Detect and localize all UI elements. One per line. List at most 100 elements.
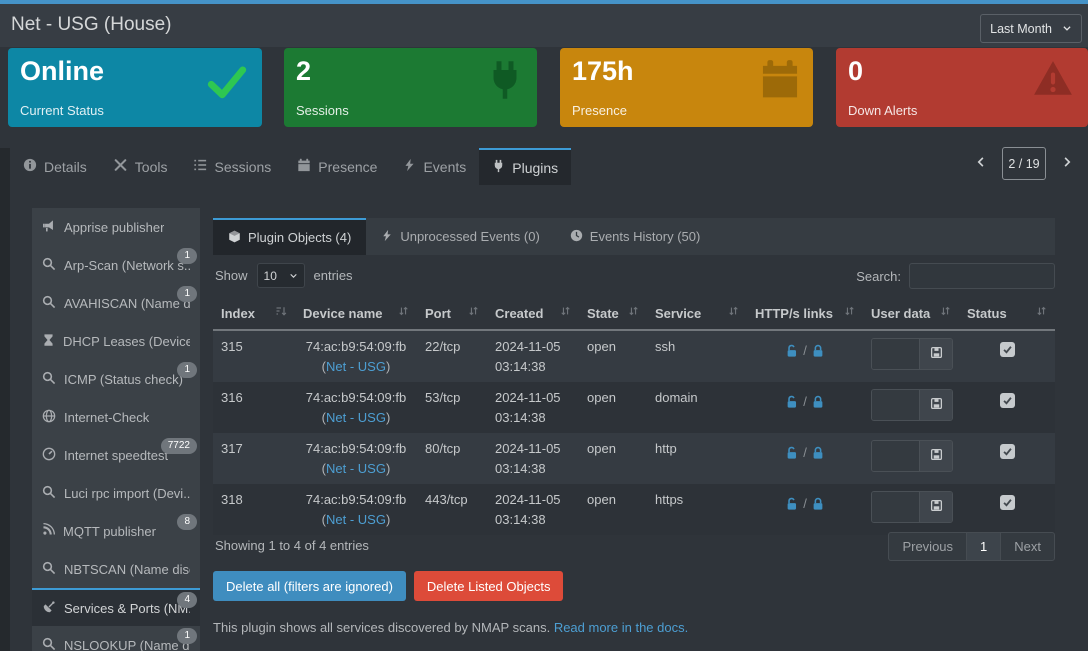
device-link[interactable]: Net - USG: [326, 512, 386, 527]
pagination-next-button[interactable]: Next: [1001, 533, 1054, 560]
device-link[interactable]: Net - USG: [326, 461, 386, 476]
column-header-user-data[interactable]: User data: [863, 299, 959, 330]
slash: /: [803, 494, 807, 514]
pagination-previous-button[interactable]: Previous: [889, 533, 966, 560]
megaphone-icon: [42, 219, 56, 236]
tab-sessions-label: Sessions: [214, 159, 271, 175]
page-size-value: 10: [264, 269, 277, 283]
lock-open-icon[interactable]: [785, 497, 799, 511]
lock-icon[interactable]: [811, 395, 825, 409]
lock-icon[interactable]: [811, 344, 825, 358]
lock-open-icon[interactable]: [785, 446, 799, 460]
column-header-http-links[interactable]: HTTP/s links: [747, 299, 863, 330]
save-button[interactable]: [920, 441, 952, 471]
sidebar-item-internet-speedtest[interactable]: Internet speedtest 7722: [32, 436, 200, 474]
search-input[interactable]: [909, 263, 1055, 289]
pagination-page-1-button[interactable]: 1: [966, 533, 1001, 560]
cell-created: 2024-11-0503:14:38: [487, 382, 579, 433]
sort-icon: [940, 305, 951, 321]
calendar-icon: [297, 158, 311, 175]
pager-previous-button[interactable]: [968, 150, 994, 178]
column-header-state[interactable]: State: [579, 299, 647, 330]
save-button[interactable]: [920, 390, 952, 420]
page-left-margin: [0, 148, 10, 651]
pager-position[interactable]: 2 / 19: [1002, 147, 1046, 180]
tab-details[interactable]: Details: [10, 148, 100, 185]
sidebar-item-icmp[interactable]: ICMP (Status check) 1: [32, 360, 200, 398]
pager-next-button[interactable]: [1054, 150, 1080, 178]
cell-state: open: [579, 330, 647, 382]
sidebar-item-label: NSLOOKUP (Name di...: [64, 638, 190, 651]
tab-presence[interactable]: Presence: [284, 148, 390, 185]
sidebar-item-apprise-publisher[interactable]: Apprise publisher: [32, 208, 200, 246]
column-header-port[interactable]: Port: [417, 299, 487, 330]
sidebar-item-internet-check[interactable]: Internet-Check: [32, 398, 200, 436]
count-badge: 1: [177, 362, 197, 378]
tab-unprocessed-events[interactable]: Unprocessed Events (0): [366, 218, 554, 255]
sort-icon: [844, 305, 855, 321]
chevron-down-icon: [289, 269, 298, 283]
sidebar-item-nslookup[interactable]: NSLOOKUP (Name di... 1: [32, 626, 200, 651]
delete-listed-button[interactable]: Delete Listed Objects: [414, 571, 564, 601]
sidebar-item-nbtscan[interactable]: NBTSCAN (Name disc...: [32, 550, 200, 588]
save-button[interactable]: [920, 339, 952, 369]
plug-icon: [485, 58, 525, 105]
floppy-icon: [930, 346, 943, 362]
lock-icon[interactable]: [811, 446, 825, 460]
bolt-icon: [403, 158, 416, 175]
status-checkbox[interactable]: [1000, 393, 1015, 408]
lock-open-icon[interactable]: [785, 344, 799, 358]
column-label: HTTP/s links: [755, 306, 833, 321]
tab-plugin-objects[interactable]: Plugin Objects (4): [213, 218, 366, 255]
count-badge: 8: [177, 514, 197, 530]
tab-tools[interactable]: Tools: [100, 148, 181, 185]
satellite-dish-icon: [42, 600, 56, 617]
chevron-left-icon: [975, 155, 987, 172]
sidebar-item-label: MQTT publisher: [63, 524, 156, 539]
slash: /: [803, 392, 807, 412]
status-checkbox[interactable]: [1000, 342, 1015, 357]
tab-plugins[interactable]: Plugins: [479, 148, 571, 185]
delete-all-button[interactable]: Delete all (filters are ignored): [213, 571, 406, 601]
column-label: Service: [655, 306, 701, 321]
column-header-device-name[interactable]: Device name: [295, 299, 417, 330]
sidebar-item-dhcp-leases[interactable]: DHCP Leases (Device ...: [32, 322, 200, 360]
chevron-down-icon: [1062, 22, 1072, 36]
user-data-input[interactable]: [872, 492, 920, 522]
cell-index: 316: [213, 382, 295, 433]
column-label: Created: [495, 306, 543, 321]
created-date: 2024-11-05: [495, 388, 571, 408]
floppy-icon: [930, 448, 943, 464]
user-data-input[interactable]: [872, 390, 920, 420]
lock-open-icon[interactable]: [785, 395, 799, 409]
sidebar-item-services-and-ports[interactable]: Services & Ports (NM... 4: [32, 588, 200, 626]
cell-created: 2024-11-0503:14:38: [487, 433, 579, 484]
status-checkbox[interactable]: [1000, 444, 1015, 459]
sort-icon: [1036, 305, 1047, 321]
sidebar-item-mqtt-publisher[interactable]: MQTT publisher 8: [32, 512, 200, 550]
device-link[interactable]: Net - USG: [326, 410, 386, 425]
sessions-card-label: Sessions: [296, 103, 349, 118]
user-data-input[interactable]: [872, 339, 920, 369]
tab-events-history[interactable]: Events History (50): [555, 218, 716, 255]
sidebar-item-label: Arp-Scan (Network s...: [64, 258, 190, 273]
column-header-service[interactable]: Service: [647, 299, 747, 330]
plug-icon: [492, 159, 505, 176]
lock-icon[interactable]: [811, 497, 825, 511]
device-link[interactable]: Net - USG: [326, 359, 386, 374]
page-size-select[interactable]: 10: [257, 263, 305, 288]
tab-details-label: Details: [44, 159, 87, 175]
status-checkbox[interactable]: [1000, 495, 1015, 510]
sidebar-item-luci-rpc-import[interactable]: Luci rpc import (Devi...: [32, 474, 200, 512]
sidebar-item-avahiscan[interactable]: AVAHISCAN (Name di... 1: [32, 284, 200, 322]
column-header-created[interactable]: Created: [487, 299, 579, 330]
column-header-status[interactable]: Status: [959, 299, 1055, 330]
docs-link[interactable]: Read more in the docs.: [554, 620, 688, 635]
tab-events[interactable]: Events: [390, 148, 479, 185]
user-data-input[interactable]: [872, 441, 920, 471]
sidebar-item-arp-scan[interactable]: Arp-Scan (Network s... 1: [32, 246, 200, 284]
tab-sessions[interactable]: Sessions: [180, 148, 284, 185]
column-header-index[interactable]: Index: [213, 299, 295, 330]
period-select[interactable]: Last Month: [980, 14, 1082, 43]
save-button[interactable]: [920, 492, 952, 522]
